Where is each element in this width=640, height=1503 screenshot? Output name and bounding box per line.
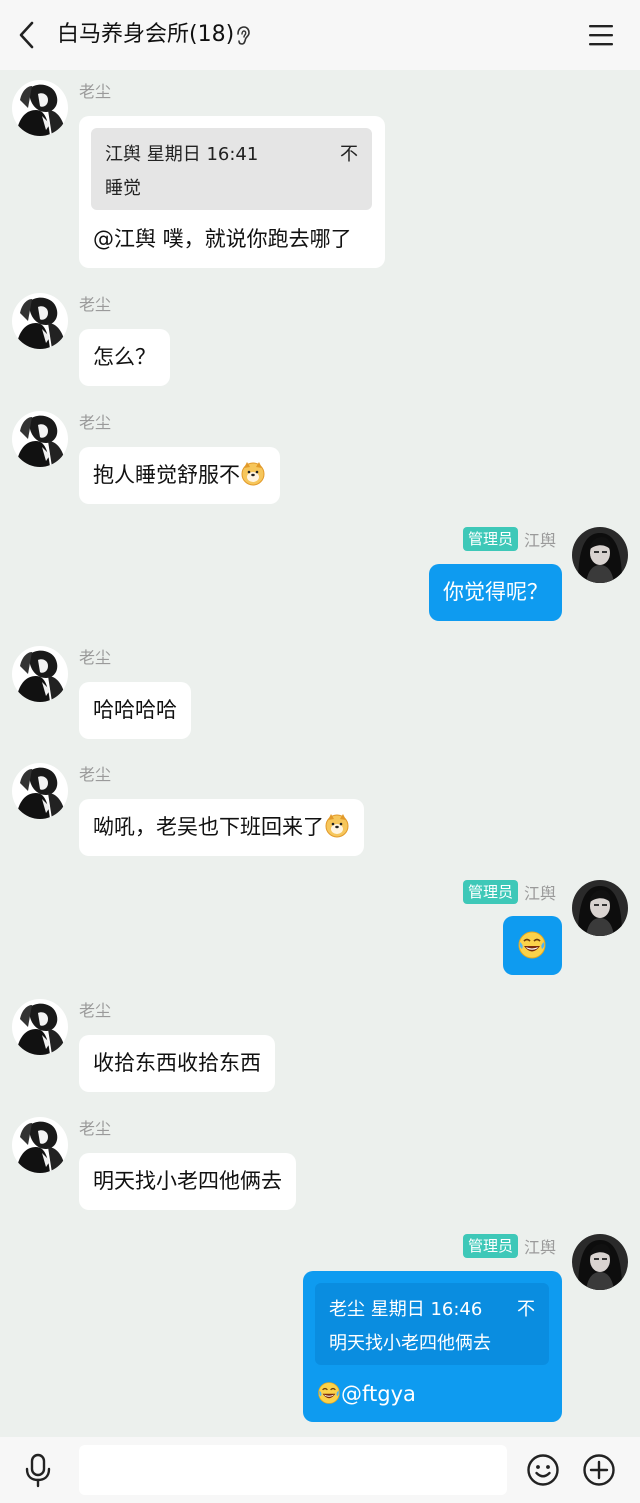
sender-name: 江舆 (523, 1238, 556, 1257)
laughing-tears-emoji (517, 930, 547, 960)
quote-dismiss[interactable]: 不 (517, 1293, 535, 1327)
avatar[interactable] (12, 1117, 68, 1173)
doge-emoji (324, 812, 350, 838)
message-text: 哈哈哈哈 (93, 698, 177, 722)
message-text: 抱人睡觉舒服不 (93, 463, 240, 487)
message-text: 明天找小老四他俩去 (93, 1169, 282, 1193)
admin-badge: 管理员 (462, 1234, 518, 1258)
microphone-icon[interactable] (22, 1453, 54, 1489)
avatar[interactable] (12, 411, 68, 467)
quote-header: 江舆 星期日 16:41 (105, 144, 259, 165)
quote-header: 老尘 星期日 16:46 (329, 1299, 483, 1320)
message-input[interactable] (79, 1445, 507, 1495)
sender-name: 老尘 (79, 1001, 112, 1020)
message-content: @ftgya (317, 1379, 416, 1409)
admin-badge: 管理员 (462, 880, 518, 904)
message-text: 怎么？ (93, 345, 156, 369)
message-text: 收拾东西收拾东西 (93, 1051, 261, 1075)
message-text: @江舆 噗，就说你跑去哪了 (93, 227, 352, 251)
message-bubble[interactable]: 呦吼，老吴也下班回来了 (79, 799, 364, 856)
plus-circle-icon[interactable] (582, 1453, 616, 1487)
menu-icon[interactable] (586, 22, 616, 48)
avatar[interactable] (572, 880, 628, 936)
quoted-message[interactable]: 江舆 星期日 16:41 睡觉 不 (91, 128, 372, 210)
smiley-icon[interactable] (526, 1453, 560, 1487)
laughing-tears-emoji (317, 1381, 341, 1405)
admin-badge: 管理员 (462, 527, 518, 551)
quoted-message[interactable]: 老尘 星期日 16:46 明天找小老四他俩去 不 (315, 1283, 549, 1365)
message-bubble[interactable]: 抱人睡觉舒服不 (79, 447, 280, 504)
avatar[interactable] (12, 763, 68, 819)
doge-emoji (240, 460, 266, 486)
quote-dismiss[interactable]: 不 (340, 138, 358, 172)
avatar[interactable] (572, 1234, 628, 1290)
message-bubble[interactable]: 收拾东西收拾东西 (79, 1035, 275, 1092)
sender-name: 老尘 (79, 1119, 112, 1138)
sender-name: 老尘 (79, 765, 112, 784)
avatar[interactable] (572, 527, 628, 583)
message-bubble[interactable]: 明天找小老四他俩去 (79, 1153, 296, 1210)
input-bar (0, 1437, 640, 1503)
sender-info: 管理员 江舆 (462, 1234, 556, 1258)
message-text: 你觉得呢？ (443, 580, 548, 604)
avatar[interactable] (12, 80, 68, 136)
avatar[interactable] (12, 999, 68, 1055)
group-title[interactable]: 白马养身会所(18) (57, 19, 234, 51)
top-bar: 白马养身会所(18) (0, 0, 640, 70)
sender-name: 江舆 (523, 884, 556, 903)
sender-name: 老尘 (79, 295, 112, 314)
sender-name: 老尘 (79, 82, 112, 101)
message-text: @ftgya (341, 1382, 416, 1406)
back-icon[interactable] (12, 17, 42, 53)
avatar[interactable] (12, 293, 68, 349)
message-bubble[interactable]: 怎么？ (79, 329, 170, 386)
message-bubble[interactable] (503, 916, 562, 975)
quote-text: 睡觉 (105, 178, 141, 199)
message-text: 呦吼，老吴也下班回来了 (93, 815, 324, 839)
avatar[interactable] (12, 646, 68, 702)
sender-info: 管理员 江舆 (462, 880, 556, 904)
message-bubble[interactable]: 江舆 星期日 16:41 睡觉 不 @江舆 噗，就说你跑去哪了 (79, 116, 385, 268)
message-bubble[interactable]: 老尘 星期日 16:46 明天找小老四他俩去 不 @ftgya (303, 1271, 562, 1422)
sender-name: 老尘 (79, 413, 112, 432)
sender-name: 江舆 (523, 531, 556, 550)
message-bubble[interactable]: 哈哈哈哈 (79, 682, 191, 739)
message-bubble[interactable]: 你觉得呢？ (429, 564, 562, 621)
ear-icon (237, 26, 250, 45)
sender-name: 老尘 (79, 648, 112, 667)
sender-info: 管理员 江舆 (462, 527, 556, 551)
quote-text: 明天找小老四他俩去 (329, 1333, 491, 1354)
